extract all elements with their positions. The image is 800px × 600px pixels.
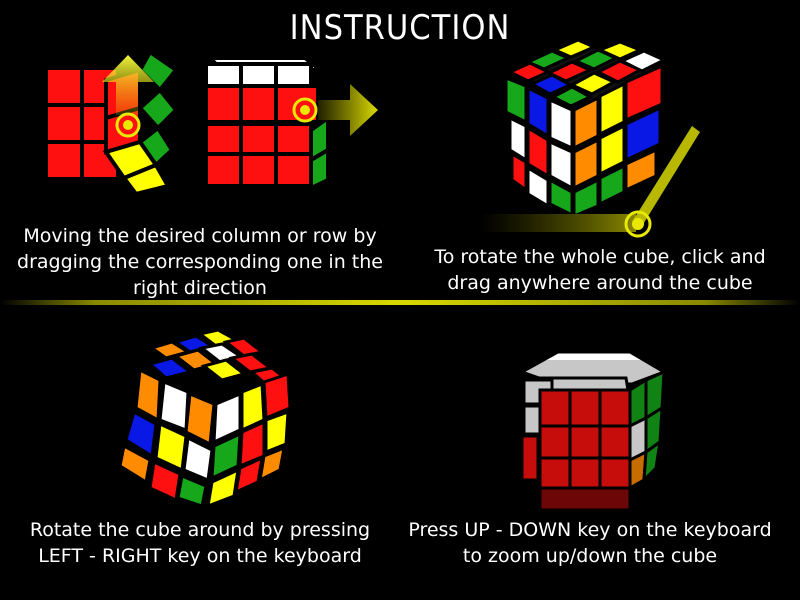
caption-line: drag anywhere around the cube [447, 272, 753, 294]
column-drag-cube [44, 49, 179, 197]
caption-line: dragging the corresponding one in the [17, 251, 383, 273]
caption-line: right direction [133, 277, 267, 299]
row-drag-cube [204, 56, 378, 192]
caption-line: to zoom up/down the cube [462, 545, 718, 567]
caption-keyboard-zoom: Press UP - DOWN key on the keyboard to z… [400, 517, 780, 569]
section-divider [0, 300, 800, 305]
whole-cube [501, 38, 669, 219]
caption-line: To rotate the whole cube, click and [434, 246, 766, 268]
caption-line: Press UP - DOWN key on the keyboard [408, 519, 772, 541]
caption-keyboard-rotate: Rotate the cube around by pressing LEFT … [10, 517, 390, 569]
caption-drag-row-column: Moving the desired column or row by drag… [10, 223, 390, 301]
rotated-cube [118, 328, 294, 509]
caption-line: Rotate the cube around by pressing [29, 519, 371, 541]
caption-line: LEFT - RIGHT key on the keyboard [38, 545, 362, 567]
caption-line: Moving the desired column or row by [23, 225, 377, 247]
caption-rotate-whole-cube: To rotate the whole cube, click and drag… [410, 244, 790, 296]
